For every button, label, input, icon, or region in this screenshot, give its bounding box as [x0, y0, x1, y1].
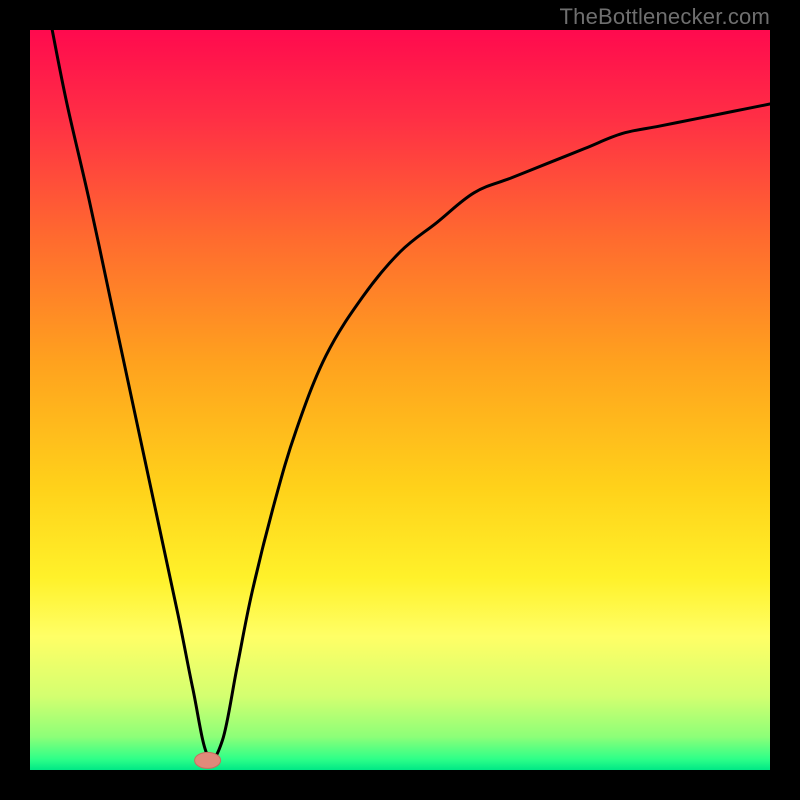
watermark-text: TheBottlenecker.com	[560, 4, 770, 30]
chart-svg	[30, 30, 770, 770]
gradient-bg	[30, 30, 770, 770]
optimal-marker	[195, 752, 221, 768]
plot-area	[30, 30, 770, 770]
chart-frame: TheBottlenecker.com	[0, 0, 800, 800]
